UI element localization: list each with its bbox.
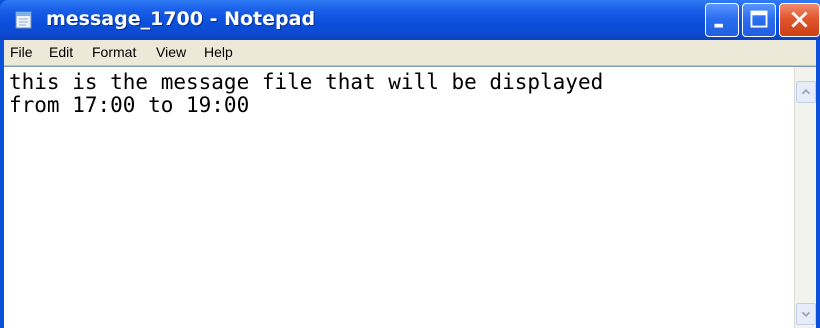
minimize-icon — [714, 23, 723, 28]
scroll-down-button[interactable] — [796, 303, 816, 325]
notepad-icon[interactable] — [14, 11, 34, 29]
maximize-button[interactable] — [742, 3, 776, 37]
scroll-down-arrow-icon — [801, 311, 811, 318]
title-bar[interactable]: message_1700 - Notepad — [0, 0, 820, 40]
maximize-icon — [750, 10, 768, 28]
vertical-scrollbar[interactable] — [794, 67, 816, 328]
menu-view[interactable]: View — [156, 44, 186, 60]
text-editor[interactable]: this is the message file that will be di… — [4, 66, 816, 328]
close-button[interactable] — [779, 3, 820, 37]
menu-format[interactable]: Format — [92, 44, 136, 60]
notepad-window: message_1700 - Notepad File Edit Format — [0, 0, 820, 328]
client-area: File Edit Format View Help this is the m… — [4, 40, 816, 328]
window-right-border — [816, 40, 820, 328]
close-icon — [791, 11, 808, 28]
menu-file[interactable]: File — [10, 44, 33, 60]
scroll-up-button[interactable] — [796, 81, 816, 103]
scroll-up-arrow-icon — [801, 88, 811, 95]
editor-text[interactable]: this is the message file that will be di… — [9, 71, 789, 321]
minimize-button[interactable] — [705, 3, 739, 37]
menu-edit[interactable]: Edit — [49, 44, 73, 60]
window-title: message_1700 - Notepad — [46, 8, 316, 30]
menu-bar: File Edit Format View Help — [4, 40, 816, 66]
menu-help[interactable]: Help — [204, 44, 233, 60]
